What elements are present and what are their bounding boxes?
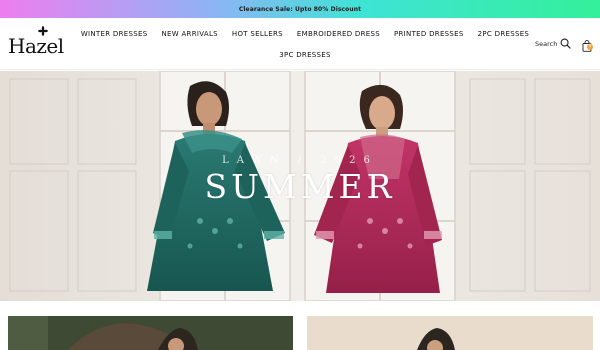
nav-item-printed-dresses[interactable]: PRINTED DRESSES (394, 30, 464, 38)
site-header: Hazel WINTER DRESSES NEW ARRIVALS HOT SE… (0, 18, 600, 70)
brand-logo[interactable]: Hazel (8, 26, 64, 58)
cart-count-badge: 0 (587, 44, 593, 50)
hero-title: SUMMER (204, 167, 396, 206)
nav-item-3pc-dresses[interactable]: 3PC DRESSES (279, 51, 331, 59)
nav-item-winter-dresses[interactable]: WINTER DRESSES (81, 30, 148, 38)
collection-image-right (307, 316, 593, 350)
logo-text: Hazel (8, 34, 64, 58)
nav-item-2pc-dresses[interactable]: 2PC DRESSES (478, 30, 530, 38)
search-icon (560, 38, 572, 49)
main-nav: WINTER DRESSES NEW ARRIVALS HOT SELLERS … (80, 26, 530, 63)
announcement-bar[interactable]: Clearance Sale: Upto 80% Discount (0, 0, 600, 18)
nav-row-1: WINTER DRESSES NEW ARRIVALS HOT SELLERS … (80, 26, 530, 42)
nav-row-2: 3PC DRESSES (80, 47, 530, 63)
collection-image-left (8, 316, 293, 350)
hero-kicker: LAWN / 2026 (222, 155, 378, 166)
cart-button[interactable]: 0 (582, 37, 594, 52)
nav-item-hot-sellers[interactable]: HOT SELLERS (232, 30, 283, 38)
collection-card-left[interactable] (8, 316, 293, 350)
hero-banner[interactable]: LAWN / 2026 SUMMER (0, 71, 600, 301)
nav-item-embroidered-dress[interactable]: EMBROIDERED DRESS (297, 30, 380, 38)
flower-icon (38, 26, 48, 36)
search-label: Search (535, 39, 558, 48)
nav-item-new-arrivals[interactable]: NEW ARRIVALS (161, 30, 217, 38)
collection-card-right[interactable] (307, 316, 593, 350)
search-button[interactable]: Search (535, 38, 572, 49)
announcement-text: Clearance Sale: Upto 80% Discount (238, 5, 362, 13)
